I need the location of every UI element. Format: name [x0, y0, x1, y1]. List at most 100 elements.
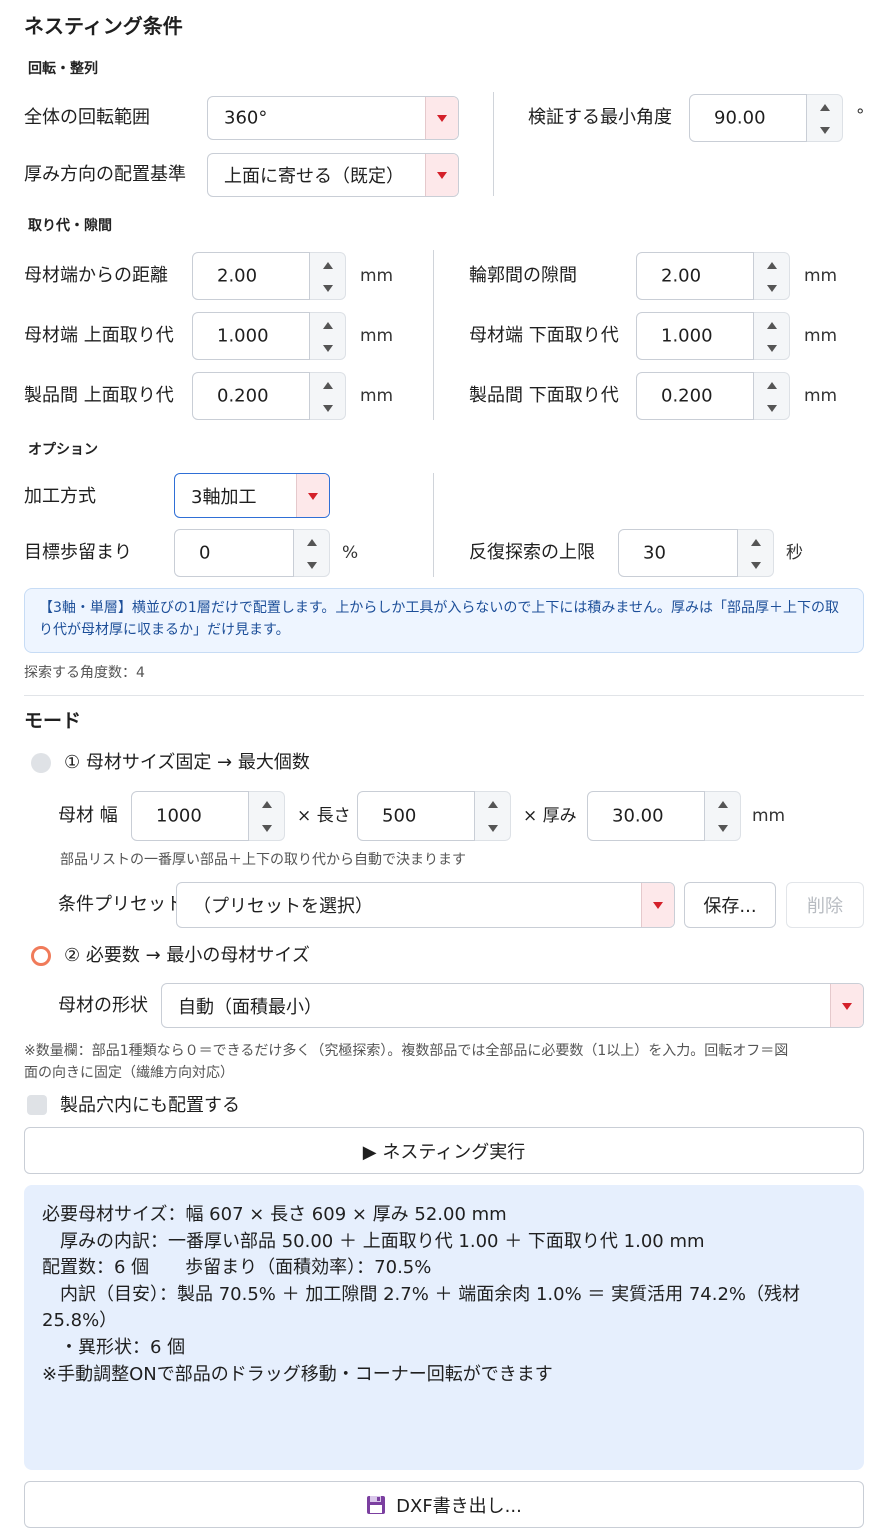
stepper-up-icon[interactable] [754, 373, 789, 396]
outline-gap-unit: mm [804, 266, 838, 286]
chevron-down-icon[interactable] [830, 984, 863, 1027]
stock-edge-stepper[interactable] [310, 252, 346, 300]
part-top-stepper[interactable] [310, 372, 346, 420]
iter-value: 30 [643, 542, 666, 564]
preset-value: （プリセットを選択） [193, 896, 373, 917]
stock-bottom-unit: mm [804, 326, 838, 346]
stepper-up-icon[interactable] [754, 253, 789, 276]
stepper-down-icon[interactable] [754, 396, 789, 419]
length-label: × 長さ [297, 806, 351, 826]
stepper-up-icon[interactable] [310, 313, 345, 336]
panel-title: ネスティング条件 [24, 14, 183, 38]
machining-select[interactable]: 3軸加工 [174, 473, 330, 518]
stepper-down-icon[interactable] [807, 118, 842, 141]
yield-input[interactable]: 0 [174, 529, 294, 577]
shape-label: 母材の形状 [58, 995, 148, 1016]
stock-length-stepper[interactable] [475, 791, 511, 841]
iter-input[interactable]: 30 [618, 529, 738, 577]
stepper-up-icon[interactable] [475, 792, 510, 816]
holes-label[interactable]: 製品穴内にも配置する [60, 1097, 240, 1115]
stock-bottom-input[interactable]: 1.000 [636, 312, 754, 360]
stock-width-input[interactable]: 1000 [131, 791, 249, 841]
dxf-export-label: DXF書き出し... [396, 1495, 522, 1517]
mode2-radio[interactable] [31, 946, 51, 966]
stepper-down-icon[interactable] [738, 553, 773, 576]
stepper-up-icon[interactable] [754, 313, 789, 336]
chevron-down-icon[interactable] [425, 154, 458, 196]
mode1-radio[interactable] [31, 753, 51, 773]
stepper-up-icon[interactable] [738, 530, 773, 553]
thickness-align-label: 厚み方向の配置基準 [24, 164, 186, 185]
stepper-down-icon[interactable] [249, 816, 284, 840]
angle-count-text: 探索する角度数：4 [24, 665, 145, 681]
stock-edge-input[interactable]: 2.00 [192, 252, 310, 300]
column-divider [493, 92, 494, 196]
stepper-up-icon[interactable] [310, 373, 345, 396]
stepper-up-icon[interactable] [807, 95, 842, 118]
part-top-input[interactable]: 0.200 [192, 372, 310, 420]
min-angle-value: 90.00 [714, 107, 766, 129]
stock-top-input[interactable]: 1.000 [192, 312, 310, 360]
section-heading-allowance: 取り代・隙間 [28, 218, 112, 234]
stepper-down-icon[interactable] [310, 276, 345, 299]
min-angle-unit: ° [856, 106, 865, 126]
chevron-down-icon[interactable] [425, 97, 458, 139]
mode2-label[interactable]: ② 必要数 → 最小の母材サイズ [64, 947, 310, 965]
stepper-up-icon[interactable] [705, 792, 740, 816]
chevron-down-icon[interactable] [296, 474, 329, 517]
stock-length-input[interactable]: 500 [357, 791, 475, 841]
stepper-up-icon[interactable] [294, 530, 329, 553]
stepper-down-icon[interactable] [754, 336, 789, 359]
min-angle-input[interactable]: 90.00 [689, 94, 807, 142]
outline-gap-input[interactable]: 2.00 [636, 252, 754, 300]
stepper-up-icon[interactable] [310, 253, 345, 276]
stock-width-stepper[interactable] [249, 791, 285, 841]
stepper-up-icon[interactable] [249, 792, 284, 816]
stock-bottom-stepper[interactable] [754, 312, 790, 360]
stepper-down-icon[interactable] [310, 336, 345, 359]
stock-thickness-value: 30.00 [612, 805, 664, 827]
overall-rotation-label: 全体の回転範囲 [24, 107, 150, 128]
dxf-export-button[interactable]: DXF書き出し... [24, 1481, 864, 1528]
stepper-down-icon[interactable] [475, 816, 510, 840]
mode1-label[interactable]: ① 母材サイズ固定 → 最大個数 [64, 754, 310, 772]
yield-stepper[interactable] [294, 529, 330, 577]
stock-thickness-stepper[interactable] [705, 791, 741, 841]
save-preset-button[interactable]: 保存... [684, 882, 776, 928]
delete-preset-button[interactable]: 削除 [786, 882, 864, 928]
holes-checkbox[interactable] [27, 1095, 47, 1115]
result-line-2: 厚みの内訳：一番厚い部品 50.00 ＋ 上面取り代 1.00 ＋ 下面取り代 … [42, 1230, 705, 1252]
stock-top-stepper[interactable] [310, 312, 346, 360]
stock-edge-label: 母材端からの距離 [24, 265, 168, 286]
thickness-align-select[interactable]: 上面に寄せる（既定） [207, 153, 459, 197]
stock-width-value: 1000 [156, 805, 202, 827]
chevron-down-icon[interactable] [641, 883, 674, 927]
min-angle-label: 検証する最小角度 [528, 107, 672, 128]
quantity-note-line-1: ※数量欄：部品1種類なら０＝できるだけ多く（究極探索）。複数部品では全部品に必要… [24, 1043, 789, 1059]
stepper-down-icon[interactable] [705, 816, 740, 840]
part-bottom-stepper[interactable] [754, 372, 790, 420]
outline-gap-stepper[interactable] [754, 252, 790, 300]
run-nesting-button[interactable]: ▶ ネスティング実行 [24, 1127, 864, 1174]
iter-unit: 秒 [786, 543, 803, 563]
min-angle-stepper[interactable] [807, 94, 843, 142]
thickness-label: × 厚み [523, 806, 577, 826]
yield-label: 目標歩留まり [24, 542, 132, 563]
shape-select[interactable]: 自動（面積最小） [161, 983, 864, 1028]
auto-thickness-note: 部品リストの一番厚い部品＋上下の取り代から自動で決まります [60, 852, 466, 868]
machining-label: 加工方式 [24, 486, 96, 507]
stock-thickness-input[interactable]: 30.00 [587, 791, 705, 841]
preset-label: 条件プリセット [58, 894, 184, 915]
stepper-down-icon[interactable] [294, 553, 329, 576]
preset-select[interactable]: （プリセットを選択） [176, 882, 675, 928]
part-bottom-label: 製品間 下面取り代 [469, 385, 619, 406]
iter-label: 反復探索の上限 [469, 542, 595, 563]
stepper-down-icon[interactable] [310, 396, 345, 419]
part-bottom-input[interactable]: 0.200 [636, 372, 754, 420]
overall-rotation-select[interactable]: 360° [207, 96, 459, 140]
overall-rotation-value: 360° [224, 107, 268, 129]
outline-gap-value: 2.00 [661, 265, 702, 287]
iter-stepper[interactable] [738, 529, 774, 577]
part-top-unit: mm [360, 386, 394, 406]
stepper-down-icon[interactable] [754, 276, 789, 299]
